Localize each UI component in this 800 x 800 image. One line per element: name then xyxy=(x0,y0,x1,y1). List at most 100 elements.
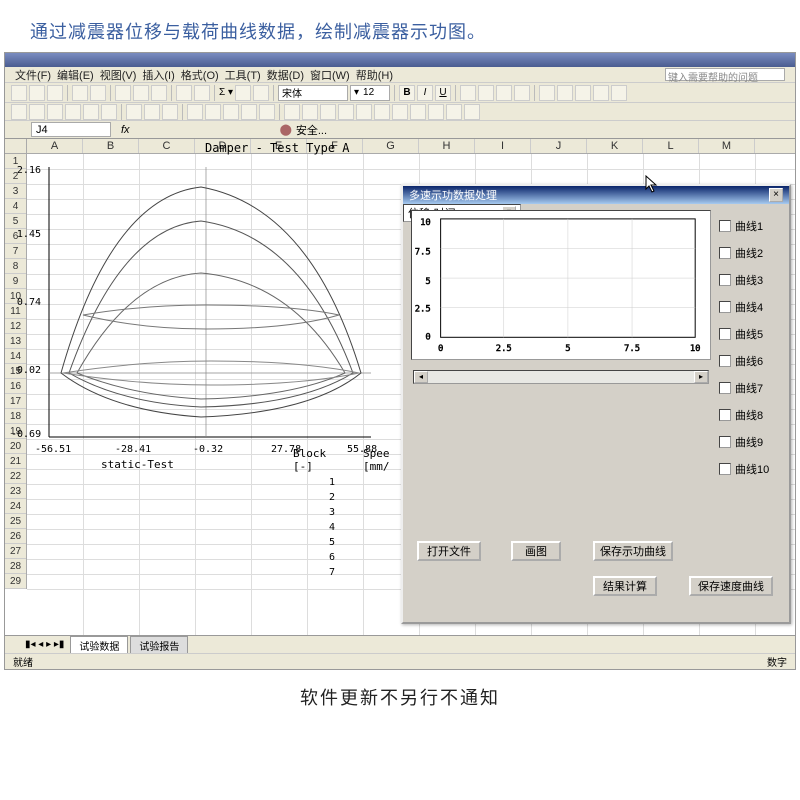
curve-checkbox[interactable] xyxy=(719,382,731,394)
tab-test-data[interactable]: 试验数据 xyxy=(70,636,128,654)
curve-checkbox[interactable] xyxy=(719,328,731,340)
menu-file[interactable]: 文件(F) xyxy=(15,67,51,83)
fx-icon[interactable]: fx xyxy=(121,124,130,136)
col-header[interactable]: J xyxy=(531,139,587,153)
row-header[interactable]: 23 xyxy=(5,484,26,499)
menu-format[interactable]: 格式(O) xyxy=(181,67,219,83)
menu-window[interactable]: 窗口(W) xyxy=(310,67,350,83)
curve-checkbox[interactable] xyxy=(719,247,731,259)
tool-icon[interactable] xyxy=(126,104,142,120)
save-speed-button[interactable]: 保存速度曲线 xyxy=(689,576,773,596)
copy-icon[interactable] xyxy=(133,85,149,101)
col-header[interactable]: M xyxy=(699,139,755,153)
curve-checkbox[interactable] xyxy=(719,274,731,286)
draw-button[interactable]: 画图 xyxy=(511,541,561,561)
curve-checkbox[interactable] xyxy=(719,301,731,313)
menu-view[interactable]: 视图(V) xyxy=(100,67,137,83)
percent-icon[interactable] xyxy=(557,85,573,101)
row-header[interactable]: 29 xyxy=(5,574,26,589)
help-search-input[interactable]: 键入需要帮助的问题 xyxy=(665,68,785,81)
curve-checkbox[interactable] xyxy=(719,409,731,421)
row-header[interactable]: 24 xyxy=(5,499,26,514)
col-header[interactable]: H xyxy=(419,139,475,153)
tool-icon[interactable] xyxy=(11,104,27,120)
comma-icon[interactable] xyxy=(575,85,591,101)
dialog-titlebar[interactable]: 多速示功数据处理 × xyxy=(403,186,789,204)
save-curve-button[interactable]: 保存示功曲线 xyxy=(593,541,673,561)
tool-icon[interactable] xyxy=(187,104,203,120)
row-header[interactable]: 26 xyxy=(5,529,26,544)
col-header[interactable]: G xyxy=(363,139,419,153)
tool-icon[interactable] xyxy=(446,104,462,120)
font-select[interactable]: 宋体 xyxy=(278,85,348,101)
menu-tools[interactable]: 工具(T) xyxy=(225,67,261,83)
col-header[interactable]: A xyxy=(27,139,83,153)
tool-icon[interactable] xyxy=(284,104,300,120)
col-header[interactable]: C xyxy=(139,139,195,153)
align-left-icon[interactable] xyxy=(460,85,476,101)
menu-edit[interactable]: 编辑(E) xyxy=(57,67,94,83)
col-header[interactable]: I xyxy=(475,139,531,153)
curve-checkbox[interactable] xyxy=(719,436,731,448)
scroll-track[interactable] xyxy=(428,371,694,383)
tool-icon[interactable] xyxy=(47,104,63,120)
chart-icon[interactable] xyxy=(253,85,269,101)
tool-icon[interactable] xyxy=(374,104,390,120)
col-header[interactable]: B xyxy=(83,139,139,153)
undo-icon[interactable] xyxy=(176,85,192,101)
row-header[interactable]: 27 xyxy=(5,544,26,559)
tool-icon[interactable] xyxy=(302,104,318,120)
damper-chart[interactable]: 2.16 1.45 0.74 0.02 -0.69 -56.51 -28.41 … xyxy=(11,157,381,477)
worksheet[interactable]: ABCDEFGHIJKLM 12345678910111213141516171… xyxy=(5,139,795,635)
print-icon[interactable] xyxy=(72,85,88,101)
open-icon[interactable] xyxy=(29,85,45,101)
tool-icon[interactable] xyxy=(101,104,117,120)
tool-icon[interactable] xyxy=(223,104,239,120)
new-icon[interactable] xyxy=(11,85,27,101)
row-header[interactable]: 28 xyxy=(5,559,26,574)
calc-button[interactable]: 结果计算 xyxy=(593,576,657,596)
italic-icon[interactable]: I xyxy=(417,85,433,101)
tool-icon[interactable] xyxy=(428,104,444,120)
select-all-corner[interactable] xyxy=(5,139,27,154)
menu-insert[interactable]: 插入(I) xyxy=(142,67,174,83)
bold-icon[interactable]: B xyxy=(399,85,415,101)
tool-icon[interactable] xyxy=(65,104,81,120)
tool-icon[interactable] xyxy=(410,104,426,120)
currency-icon[interactable] xyxy=(539,85,555,101)
name-box[interactable]: J4 xyxy=(31,122,111,137)
tool-icon[interactable] xyxy=(356,104,372,120)
tool-icon[interactable] xyxy=(320,104,336,120)
scroll-left-icon[interactable]: ◂ xyxy=(414,371,428,383)
curve-checkbox[interactable] xyxy=(719,355,731,367)
curve-checkbox[interactable] xyxy=(719,463,731,475)
align-right-icon[interactable] xyxy=(496,85,512,101)
tool-icon[interactable] xyxy=(83,104,99,120)
tool-icon[interactable] xyxy=(144,104,160,120)
save-icon[interactable] xyxy=(47,85,63,101)
tool-icon[interactable] xyxy=(162,104,178,120)
tab-test-report[interactable]: 试验报告 xyxy=(130,636,188,654)
col-header[interactable]: L xyxy=(643,139,699,153)
security-label[interactable]: 安全... xyxy=(296,122,327,138)
open-file-button[interactable]: 打开文件 xyxy=(417,541,481,561)
dialog-scrollbar[interactable]: ◂ ▸ xyxy=(413,370,709,384)
scroll-right-icon[interactable]: ▸ xyxy=(694,371,708,383)
preview-icon[interactable] xyxy=(90,85,106,101)
tool-icon[interactable] xyxy=(392,104,408,120)
tool-icon[interactable] xyxy=(259,104,275,120)
merge-icon[interactable] xyxy=(514,85,530,101)
menu-help[interactable]: 帮助(H) xyxy=(356,67,393,83)
menu-data[interactable]: 数据(D) xyxy=(267,67,304,83)
align-center-icon[interactable] xyxy=(478,85,494,101)
underline-icon[interactable]: U xyxy=(435,85,451,101)
cut-icon[interactable] xyxy=(115,85,131,101)
row-header[interactable]: 25 xyxy=(5,514,26,529)
sort-icon[interactable] xyxy=(235,85,251,101)
curve-checkbox[interactable] xyxy=(719,220,731,232)
tool-icon[interactable] xyxy=(338,104,354,120)
inc-decimal-icon[interactable] xyxy=(593,85,609,101)
redo-icon[interactable] xyxy=(194,85,210,101)
tool-icon[interactable] xyxy=(241,104,257,120)
tool-icon[interactable] xyxy=(205,104,221,120)
